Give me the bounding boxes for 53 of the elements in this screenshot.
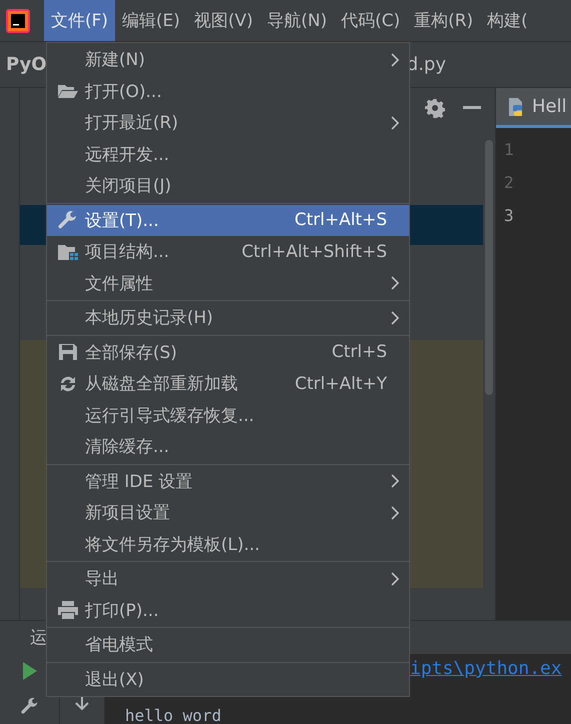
menu-item[interactable]: 打开(O)... — [47, 76, 409, 107]
chevron-right-icon — [391, 52, 399, 67]
menu-item[interactable]: 运行引导式缓存恢复... — [47, 400, 409, 431]
app-logo-icon[interactable] — [6, 8, 30, 32]
scrollbar-thumb[interactable] — [485, 140, 493, 395]
menu-item[interactable]: 退出(X) — [47, 664, 409, 695]
open-folder-icon — [57, 83, 79, 100]
menu-bar-item[interactable]: 视图(V) — [187, 0, 260, 41]
menu-item[interactable]: 打开最近(R) — [47, 107, 409, 138]
menu-item[interactable]: 打印(P)... — [47, 594, 409, 626]
menu-item[interactable]: 关闭项目(J) — [47, 170, 409, 202]
run-tab[interactable]: 运 — [30, 626, 47, 649]
menu-item[interactable]: 从磁盘全部重新加载 Ctrl+Alt+Y — [47, 368, 409, 400]
menu-bar-item[interactable]: 重构(R) — [407, 0, 480, 41]
project-name[interactable]: PyO — [6, 54, 47, 75]
editor-tab[interactable]: Hell — [496, 88, 571, 128]
run-icon[interactable] — [22, 662, 36, 680]
chevron-right-icon — [391, 506, 399, 520]
menu-item[interactable]: 本地历史记录(H) — [47, 302, 409, 334]
chevron-right-icon — [391, 474, 399, 488]
refresh-icon — [58, 374, 78, 393]
minimize-icon[interactable] — [463, 106, 481, 110]
folder-grid-icon — [57, 242, 79, 261]
menu-item[interactable]: 清除缓存... — [47, 431, 409, 462]
menu-item[interactable]: 设置(T)... Ctrl+Alt+S — [47, 204, 409, 236]
menu-item[interactable]: 远程开发... — [47, 138, 409, 170]
menu-item[interactable]: 省电模式 — [47, 629, 409, 660]
chevron-right-icon — [391, 572, 399, 586]
menu-bar-item[interactable]: 代码(C) — [334, 0, 408, 41]
printer-icon — [57, 600, 79, 620]
menu-bar-item[interactable]: 编辑(E) — [115, 0, 188, 41]
chevron-right-icon — [391, 276, 399, 290]
menu-bar-item[interactable]: 构建( — [480, 0, 535, 41]
line-number: 1 — [504, 139, 515, 161]
line-number: 3 — [504, 205, 515, 227]
menu-bar-item[interactable]: 导航(N) — [260, 0, 334, 41]
menu-item[interactable]: 项目结构... Ctrl+Alt+Shift+S — [47, 236, 409, 268]
file-path-link[interactable]: ipts\python.ex — [410, 658, 571, 679]
menu-item[interactable]: 新项目设置 — [47, 497, 409, 528]
menu-item[interactable]: 将文件另存为模板(L)... — [47, 528, 409, 560]
menu-item[interactable]: 导出 — [47, 563, 409, 594]
console-output: hello word — [125, 708, 222, 724]
menu-item[interactable]: 文件属性 — [47, 268, 409, 299]
menu-bar-item[interactable]: 文件(F) — [44, 0, 116, 41]
menu-item[interactable]: 全部保存(S) Ctrl+S — [47, 336, 409, 368]
wrench-icon[interactable] — [20, 696, 40, 716]
chevron-right-icon — [391, 310, 399, 325]
chevron-right-icon — [391, 116, 399, 130]
line-number: 2 — [504, 172, 515, 194]
wrench-icon — [57, 210, 79, 230]
menu-item[interactable]: 管理 IDE 设置 — [47, 466, 409, 497]
menu-item[interactable]: 新建(N) — [47, 44, 409, 76]
settings-icon[interactable] — [425, 98, 445, 118]
